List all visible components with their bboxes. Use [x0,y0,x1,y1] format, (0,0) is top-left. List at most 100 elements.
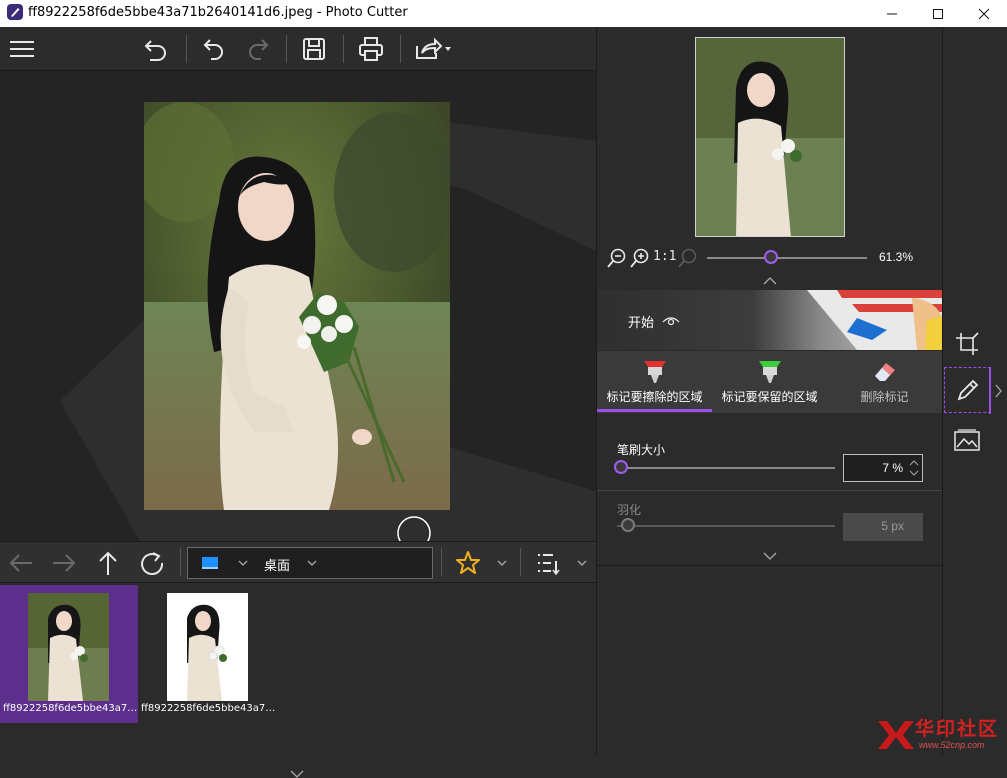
close-button[interactable] [961,0,1007,27]
active-tool-indicator [989,367,991,414]
background-button[interactable] [944,417,990,463]
folder-label: 桌面 [264,559,291,574]
nav-divider [441,548,442,576]
section-divider [597,490,943,491]
pencil-icon [957,379,978,401]
watermark: 华印社区 www.52cnp.com [875,712,1005,755]
print-button[interactable] [355,33,387,65]
tab-mark-erase[interactable]: 标记要擦除的区域 [597,351,712,413]
start-label: 开始 [628,316,655,331]
back-arrow-icon [9,554,32,572]
feather-value: 5 px [881,519,904,533]
zoom-slider-track[interactable] [707,257,867,259]
marking-tabs: 标记要擦除的区域 标记要保留的区域 删除标记 [597,351,943,413]
tab-mark-keep[interactable]: 标记要保留的区域 [712,351,827,413]
print-icon [359,37,383,61]
mark-tool-button[interactable] [944,367,991,413]
desktop-icon [202,557,218,569]
zoom-controls: 1:1 61.3% [597,245,943,271]
crop-button[interactable] [944,321,990,367]
app-logo-icon [7,4,23,20]
start-button[interactable]: 开始 [597,290,943,350]
toolbar-divider [286,35,287,63]
forward-arrow-icon [53,554,76,572]
up-arrow-icon [99,551,117,575]
save-button[interactable] [298,33,330,65]
thumbnail-item[interactable]: ff8922258f6de5bbe43a71b2640141d6.png [138,585,277,723]
window-title: ff8922258f6de5bbe43a71b2640141d6.jpeg - … [28,5,408,20]
undo-step-icon [203,39,223,60]
chevron-down-icon[interactable] [497,559,507,567]
refresh-icon [141,552,164,575]
chevron-down-icon [307,560,317,566]
zoom-slider-knob[interactable] [764,250,778,264]
section-divider [597,565,943,566]
watermark-logo-icon [878,721,914,749]
feather-slider-track[interactable] [617,525,835,527]
thumbnail-caption: ff8922258f6de5bbe43a71b2640141d6.png [141,703,277,714]
watermark-url: www.52cnp.com [919,740,985,750]
navigator-preview[interactable] [695,37,845,237]
minimize-button[interactable] [869,0,915,27]
share-icon [416,37,451,59]
actual-size-button[interactable]: 1:1 [653,249,676,264]
brush-size-label: 笔刷大小 [617,443,666,457]
tab-delete-marks[interactable]: 删除标记 [827,351,942,413]
undo-button[interactable] [140,33,172,65]
maximize-button[interactable] [915,0,961,27]
eraser-icon [875,363,895,381]
tab-label: 删除标记 [860,390,909,404]
start-banner-image [807,290,943,350]
thumbnail-caption: ff8922258f6de5bbe43a71b2640141d6.jpeg [3,703,139,714]
chevron-right-icon[interactable] [995,384,1003,398]
zoom-in-icon[interactable] [630,248,650,268]
back-button[interactable] [5,547,37,579]
chevron-down-icon[interactable] [763,552,777,560]
toolbar-divider [343,35,344,63]
brush-cursor [397,516,431,541]
fit-zoom-icon[interactable] [678,248,698,268]
feather-slider-knob[interactable] [620,518,635,532]
redo-icon [249,39,269,60]
brush-size-value: 7 % [882,461,903,475]
tab-label: 标记要保留的区域 [721,390,818,404]
share-button[interactable] [412,33,456,65]
chevron-down-icon[interactable] [577,559,587,567]
main-photo[interactable] [144,102,450,510]
main-toolbar [0,27,596,71]
undo-step-button[interactable] [198,33,230,65]
zoom-value: 61.3% [879,250,914,264]
forward-button[interactable] [48,547,80,579]
chevron-down-icon [238,560,248,566]
thumbnail-image [28,593,109,701]
save-icon [303,38,325,60]
feather-input[interactable]: 5 px [843,513,923,541]
zoom-out-icon[interactable] [607,248,627,268]
active-tab-indicator [597,409,712,412]
refresh-button[interactable] [136,547,168,579]
folder-path-dropdown[interactable]: 桌面 [187,547,433,579]
eye-icon[interactable] [662,314,680,326]
tool-strip [942,27,1007,755]
up-folder-button[interactable] [92,547,124,579]
spinner-arrows-icon[interactable] [909,458,919,478]
undo-icon [144,40,166,61]
tab-label: 标记要擦除的区域 [606,390,703,404]
favorite-button[interactable] [452,547,484,579]
green-marker-icon [759,361,781,383]
nav-divider [180,548,181,576]
menu-button[interactable] [6,33,38,65]
feather-label: 羽化 [617,503,642,517]
brush-size-slider-track[interactable] [617,467,835,469]
toolbar-divider [186,35,187,63]
redo-button[interactable] [242,33,274,65]
toolbar-divider [400,35,401,63]
image-canvas[interactable] [0,71,596,541]
sort-button[interactable] [532,547,564,579]
chevron-down-icon[interactable] [290,770,304,778]
chevron-up-icon[interactable] [763,277,777,285]
thumbnail-item[interactable]: ff8922258f6de5bbe43a71b2640141d6.jpeg [0,585,139,723]
brush-size-slider-knob[interactable] [614,460,629,474]
brush-size-input[interactable]: 7 % [843,454,923,482]
editor-pane: 桌面 ff8922258f6de5bbe43a71 ff8922258f6de5… [0,27,596,778]
